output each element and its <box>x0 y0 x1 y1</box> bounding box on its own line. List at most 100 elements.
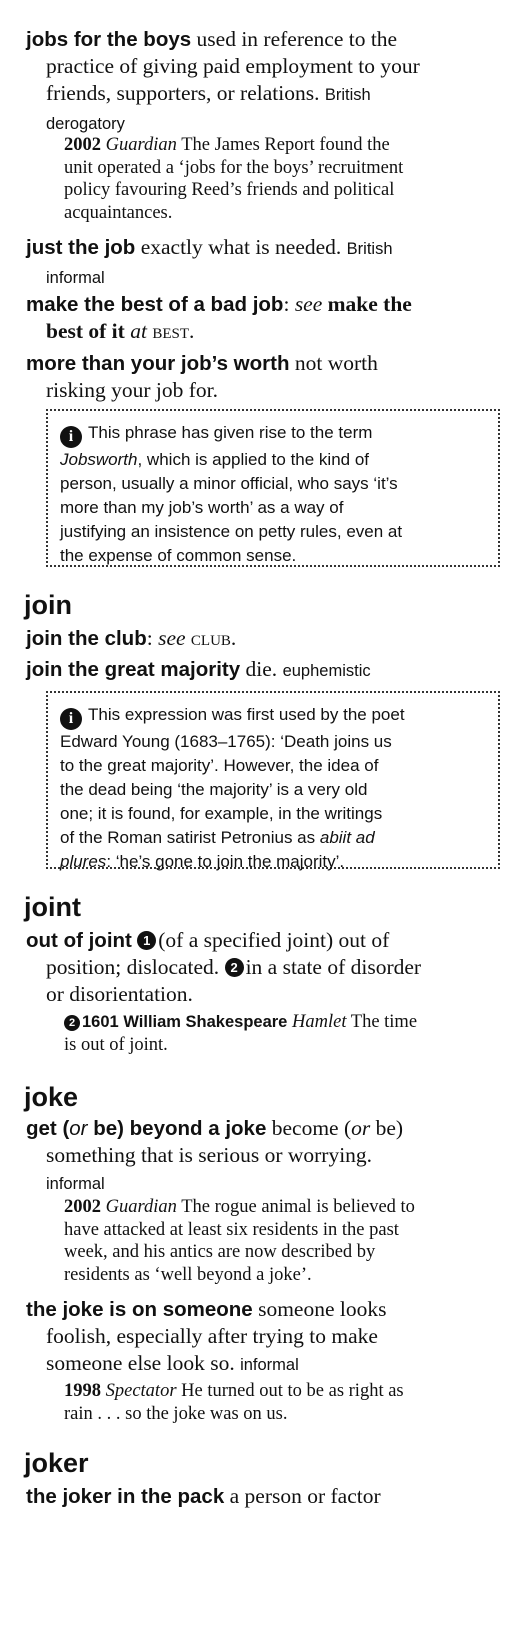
entry-join-the-great-majority: join the great majority die. euphemistic <box>26 656 506 685</box>
definition-part: become ( <box>271 1116 352 1140</box>
quote-text: acquaintances. <box>64 202 173 223</box>
quote-year: 2002 <box>64 135 101 155</box>
definition: someone else look so. <box>46 1351 235 1375</box>
dictionary-page: jobs for the boys used in reference to t… <box>0 0 520 1630</box>
note-text: , which is applied to the kind of <box>137 450 370 469</box>
usage-label: British <box>324 86 371 104</box>
note-text: : ‘he’s gone to join the majority’. <box>106 852 345 871</box>
headword: join the great majority <box>26 658 241 681</box>
quote-author: William Shakespeare <box>123 1013 288 1031</box>
quote-source: Guardian <box>105 135 177 155</box>
sense-number-1: 1 <box>137 931 157 950</box>
section-heading-join: join <box>24 590 72 620</box>
definition: position; dislocated. <box>46 955 220 979</box>
quote-year: 2002 <box>64 1197 101 1217</box>
headword: join the club <box>26 627 147 650</box>
usage-label: informal <box>46 269 105 287</box>
note-text: This phrase has given rise to the term <box>88 423 373 442</box>
see-label: see <box>158 626 186 650</box>
quote-source: Guardian <box>105 1197 177 1217</box>
definition-part: be) <box>370 1116 404 1140</box>
headword: the joker in the pack <box>26 1485 225 1508</box>
see-label: see <box>294 292 323 316</box>
note-text: more than my job’s worth’ as a way of <box>60 498 344 517</box>
period: . <box>189 319 195 343</box>
definition: exactly what is needed. <box>140 235 342 259</box>
entry-joker-in-the-pack: the joker in the pack a person or factor <box>26 1483 506 1510</box>
sense-number-2: 2 <box>224 958 244 977</box>
quote-source: Spectator <box>105 1381 177 1401</box>
definition: in a state of disorder <box>245 955 422 979</box>
colon: : <box>146 626 153 650</box>
definition-or: or <box>351 1116 371 1140</box>
definition: a person or factor <box>229 1484 381 1508</box>
entry-join-the-club: join the club: see club. <box>26 625 506 652</box>
definition: or disorientation. <box>46 982 193 1006</box>
headword-part: get ( <box>26 1117 70 1140</box>
entry-out-of-joint: out of joint 1 (of a specified joint) out… <box>26 927 506 1008</box>
quote-source: Hamlet <box>292 1012 347 1032</box>
note-text: of the Roman satirist Petronius as <box>60 828 316 847</box>
definition: risking your job for. <box>46 378 218 402</box>
headword: make the best of a bad job <box>26 293 284 316</box>
info-icon: i <box>60 426 82 448</box>
quote-text: have attacked at least six residents in … <box>64 1219 399 1240</box>
quote-sense-number: 2 <box>64 1015 80 1032</box>
entry-jobs-for-the-boys: jobs for the boys used in reference to t… <box>26 26 506 138</box>
section-heading-joker: joker <box>24 1448 89 1478</box>
note-text: to the great majority’. However, the ide… <box>60 756 379 775</box>
entry-joke-on-someone: the joke is on someone someone looks foo… <box>26 1296 506 1379</box>
period: . <box>230 626 237 650</box>
note-text-emphasis: abiit ad <box>319 828 375 847</box>
quote-text: unit operated a ‘jobs for the boys’ recr… <box>64 157 404 178</box>
cross-reference-target: club <box>190 626 231 650</box>
entry-just-the-job: just the job exactly what is needed. Bri… <box>26 234 506 292</box>
info-icon: i <box>60 708 82 730</box>
entry-make-the-best: make the best of a bad job: see make the… <box>26 291 506 345</box>
definition: not worth <box>294 351 378 375</box>
headword: just the job <box>26 236 136 259</box>
usage-label: euphemistic <box>282 662 371 680</box>
headword: jobs for the boys <box>26 28 192 51</box>
usage-label: informal <box>240 1356 299 1374</box>
note-box-jobsworth: i This phrase has given rise to the term … <box>46 409 500 567</box>
section-heading-joke: joke <box>24 1082 79 1112</box>
section-heading-joint: joint <box>24 892 81 922</box>
quote-text: The time <box>350 1012 418 1032</box>
quotation: 1998 Spectator He turned out to be as ri… <box>64 1380 504 1425</box>
definition: friends, supporters, or relations. <box>46 81 320 105</box>
headword-part: be) beyond a joke <box>87 1117 267 1140</box>
note-text-emphasis: plures <box>60 852 107 871</box>
note-text: Edward Young (1683–1765): ‘Death joins u… <box>60 732 392 751</box>
usage-label: informal <box>46 1175 105 1193</box>
quote-text: is out of joint. <box>64 1034 168 1055</box>
note-text: This expression was first used by the po… <box>88 705 405 724</box>
quote-text: The rogue animal is believed to <box>181 1197 415 1217</box>
note-text: one; it is found, for example, in the wr… <box>60 804 383 823</box>
entry-more-than-jobs-worth: more than your job’s worth not worth ris… <box>26 350 506 404</box>
at-label: at <box>130 319 147 343</box>
quote-year: 1601 <box>82 1013 119 1031</box>
note-text: justifying an insistence on petty rules,… <box>60 522 403 541</box>
note-text-emphasis: Jobsworth <box>60 450 138 469</box>
quote-text: week, and his antics are now described b… <box>64 1242 376 1262</box>
quote-year: 1998 <box>64 1381 101 1401</box>
cross-reference: best of it <box>46 319 125 343</box>
headword: the joke is on someone <box>26 1298 253 1321</box>
definition: someone looks <box>258 1297 387 1321</box>
definition: practice of giving paid employment to yo… <box>46 54 420 78</box>
cross-reference: make the <box>327 292 412 316</box>
headword: out of joint <box>26 929 132 952</box>
quote-text: rain . . . so the joke was on us. <box>64 1403 288 1424</box>
headword: get (or be) beyond a joke <box>26 1117 266 1140</box>
definition: become (or be) <box>272 1116 403 1140</box>
headword-or: or <box>69 1117 88 1140</box>
note-box-great-majority: i This expression was first used by the p… <box>46 691 500 871</box>
quote-text: policy favouring Reed’s friends and poli… <box>64 180 395 200</box>
quote-text: residents as ‘well beyond a joke’. <box>64 1264 312 1285</box>
note-text: the expense of common sense. <box>60 546 297 565</box>
definition: (of a specified joint) out of <box>158 928 390 952</box>
note-text: the dead being ‘the majority’ is a very … <box>60 780 368 799</box>
definition: foolish, especially after trying to make <box>46 1324 378 1348</box>
quotation: 2 1601 William Shakespeare Hamlet The tim… <box>64 1011 504 1056</box>
